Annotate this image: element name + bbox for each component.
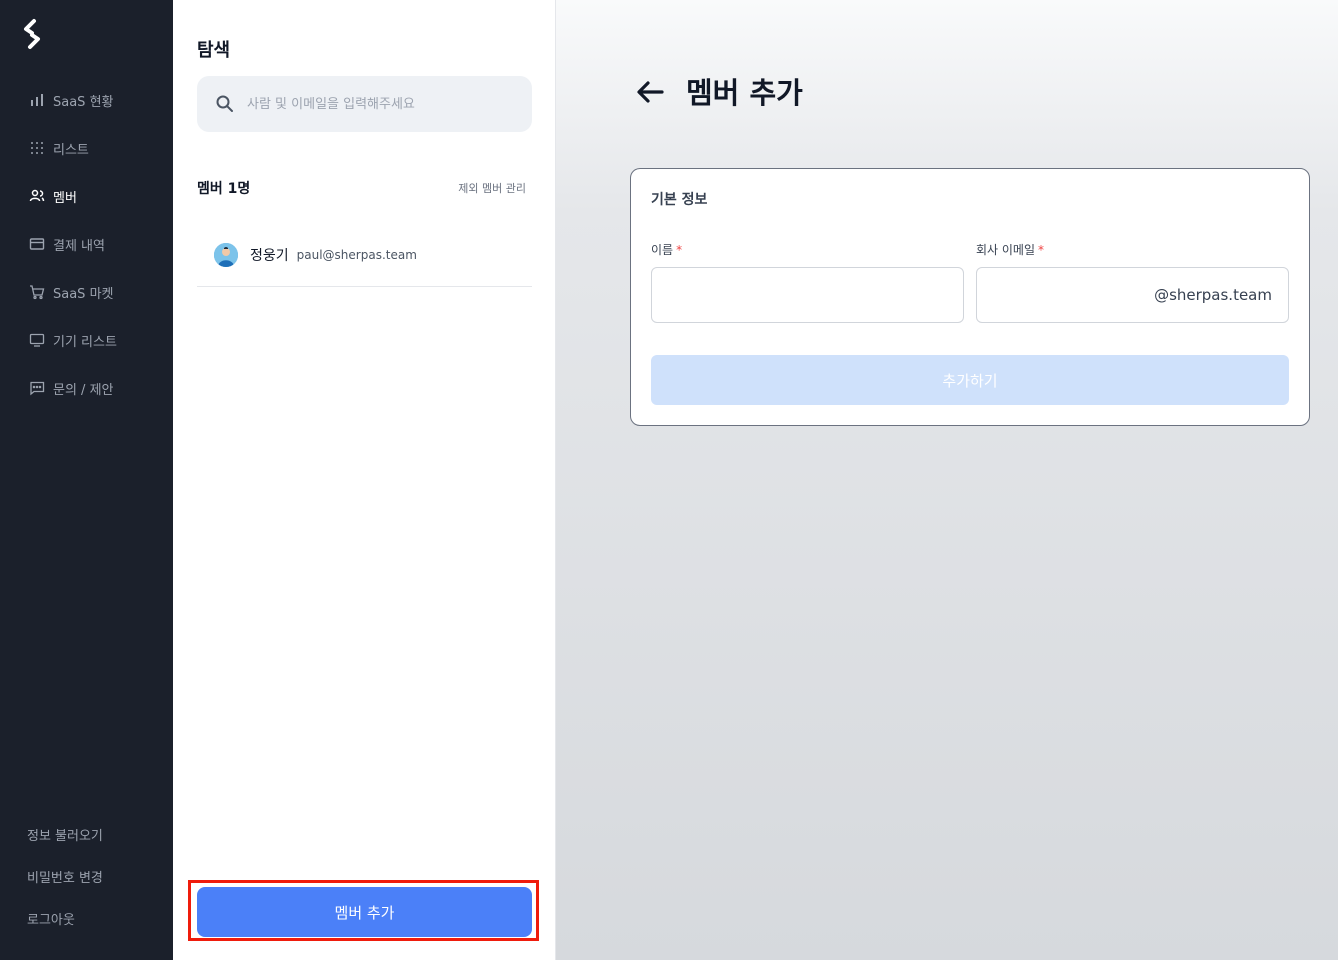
sidebar-item-devices[interactable]: 기기 리스트: [0, 316, 173, 364]
search-input[interactable]: [247, 96, 507, 112]
main-content: 멤버 추가 기본 정보 이름 * 회사 이메일 * @sherpas.team 추가…: [556, 0, 1338, 960]
sidebar: SaaS 현황 리스트 멤버 결제 내역 SaaS 마켓 기기 리스트 문의 /…: [0, 0, 173, 960]
sidebar-item-label: 결제 내역: [53, 238, 105, 254]
name-label: 이름 *: [651, 241, 682, 258]
explore-panel: 탐색 멤버 1명 제외 멤버 관리 정웅기 paul@sherpas.team …: [173, 0, 556, 960]
cart-icon: [28, 283, 46, 301]
submit-button[interactable]: 추가하기: [651, 355, 1289, 405]
back-arrow-icon[interactable]: [634, 76, 666, 108]
email-label-text: 회사 이메일: [976, 243, 1036, 257]
name-label-text: 이름: [651, 243, 674, 257]
name-field-wrapper: [651, 267, 964, 323]
member-name: 정웅기: [250, 248, 289, 264]
sidebar-item-inquiry[interactable]: 문의 / 제안: [0, 364, 173, 412]
member-list-header: 멤버 1명 제외 멤버 관리: [197, 178, 526, 198]
search-icon: [216, 95, 233, 112]
sidebar-item-label: SaaS 현황: [53, 94, 114, 110]
sidebar-item-payments[interactable]: 결제 내역: [0, 220, 173, 268]
manage-excluded-link[interactable]: 제외 멤버 관리: [458, 180, 526, 196]
credit-card-icon: [28, 235, 46, 253]
load-info-link[interactable]: 정보 불러오기: [0, 816, 173, 858]
member-list-item[interactable]: 정웅기 paul@sherpas.team: [197, 224, 532, 287]
grid-dots-icon: [28, 139, 46, 157]
section-title: 기본 정보: [651, 192, 708, 208]
sidebar-item-label: 문의 / 제안: [53, 382, 114, 398]
member-email: paul@sherpas.team: [296, 248, 417, 262]
sidebar-item-list[interactable]: 리스트: [0, 124, 173, 172]
page-title: 멤버 추가: [686, 76, 803, 110]
bar-chart-icon: [28, 91, 46, 109]
sidebar-item-label: 기기 리스트: [53, 334, 117, 350]
sidebar-item-label: 멤버: [53, 190, 77, 206]
name-field[interactable]: [652, 268, 963, 322]
sidebar-item-label: 리스트: [53, 142, 89, 158]
required-mark: *: [676, 243, 683, 257]
change-password-link[interactable]: 비밀번호 변경: [0, 858, 173, 900]
sherpas-logo[interactable]: [20, 18, 44, 50]
avatar: [214, 243, 238, 267]
users-icon: [28, 187, 46, 205]
email-label: 회사 이메일 *: [976, 241, 1044, 258]
logout-link[interactable]: 로그아웃: [0, 900, 173, 942]
monitor-icon: [28, 331, 46, 349]
sidebar-item-saas-status[interactable]: SaaS 현황: [0, 76, 173, 124]
required-mark: *: [1038, 243, 1045, 257]
sidebar-item-label: SaaS 마켓: [53, 286, 114, 302]
sidebar-nav: SaaS 현황 리스트 멤버 결제 내역 SaaS 마켓 기기 리스트 문의 /…: [0, 76, 173, 412]
email-domain-suffix: @sherpas.team: [1154, 286, 1272, 304]
basic-info-card: 기본 정보 이름 * 회사 이메일 * @sherpas.team 추가하기: [630, 168, 1310, 426]
add-member-button[interactable]: 멤버 추가: [197, 887, 532, 937]
sidebar-bottom-links: 정보 불러오기 비밀번호 변경 로그아웃: [0, 816, 173, 942]
explore-title: 탐색: [197, 40, 231, 61]
search-box[interactable]: [197, 76, 532, 132]
sidebar-item-members[interactable]: 멤버: [0, 172, 173, 220]
chat-icon: [28, 379, 46, 397]
member-count: 멤버 1명: [197, 181, 251, 197]
email-field-wrapper: @sherpas.team: [976, 267, 1289, 323]
sidebar-item-saas-market[interactable]: SaaS 마켓: [0, 268, 173, 316]
